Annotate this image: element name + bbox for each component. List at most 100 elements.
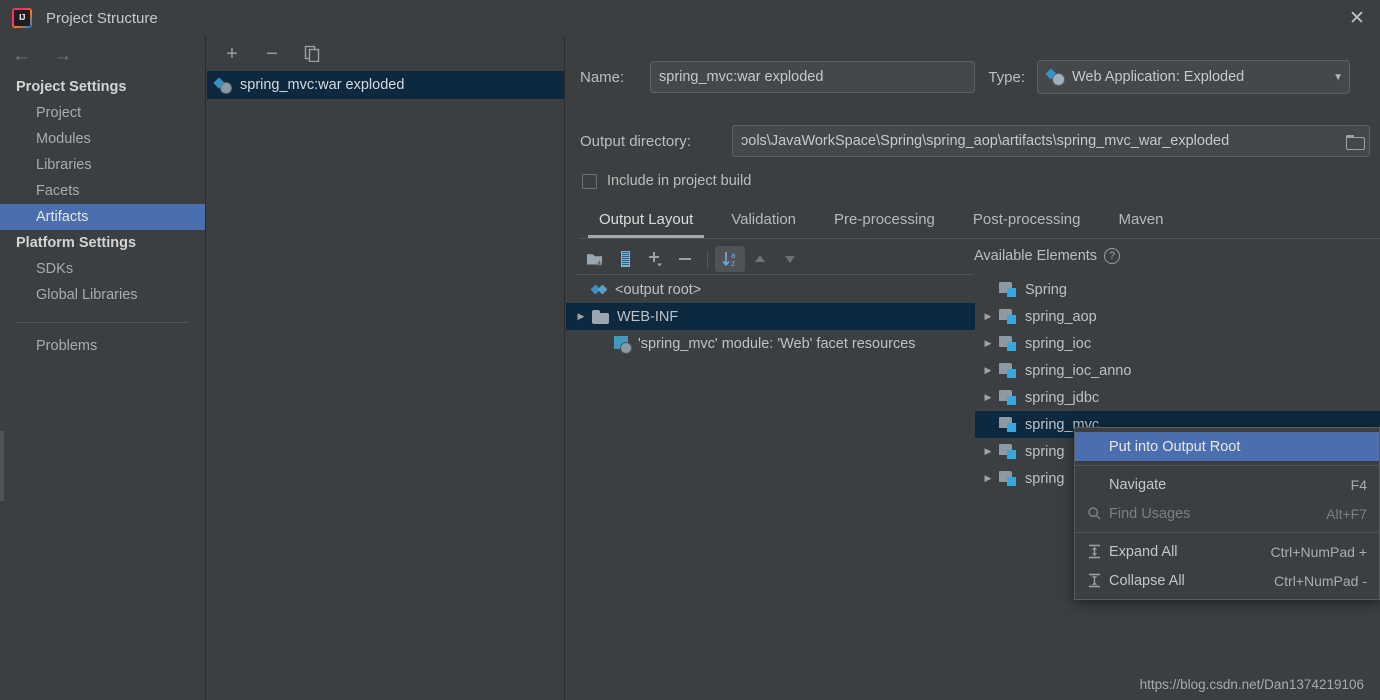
sidebar-item-global-libraries[interactable]: Global Libraries [0, 282, 205, 308]
sidebar-scrollbar[interactable] [0, 431, 4, 501]
tree-row-label: <output root> [615, 281, 702, 298]
context-menu-separator [1075, 465, 1379, 466]
arrow-down-icon [785, 256, 795, 263]
folder-browse-icon[interactable] [1339, 134, 1369, 150]
include-in-project-build-label: Include in project build [607, 173, 752, 189]
sort-alphabetically-button[interactable]: a z [715, 246, 745, 272]
artifact-name-input[interactable]: spring_mvc:war exploded [650, 61, 975, 93]
expand-twisty-icon[interactable]: ▶ [977, 446, 999, 457]
remove-element-button[interactable] [670, 246, 700, 272]
include-in-project-build-checkbox[interactable] [582, 173, 597, 189]
module-icon [999, 336, 1017, 351]
close-icon[interactable]: ✕ [1334, 0, 1380, 36]
folder-icon [592, 309, 609, 324]
tree-row-label: 'spring_mvc' module: 'Web' facet resourc… [638, 335, 916, 352]
svg-text:z: z [731, 259, 735, 268]
chevron-down-icon: ▼ [1333, 71, 1343, 83]
minus-icon [679, 258, 691, 260]
available-item-label: spring [1025, 470, 1065, 487]
archive-icon [620, 251, 630, 267]
tab-output-layout[interactable]: Output Layout [580, 211, 712, 238]
plus-dropdown-icon [649, 252, 662, 267]
output-root-icon [592, 282, 608, 298]
add-copy-of-button[interactable] [640, 246, 670, 272]
expand-twisty-icon[interactable]: ▶ [570, 311, 592, 322]
output-layout-tree: <output root> ▶ WEB-INF 'spring_mvc' mod… [566, 276, 975, 696]
sidebar-item-artifacts[interactable]: Artifacts [0, 204, 205, 230]
search-icon [1079, 506, 1109, 521]
context-menu-item-shortcut: Ctrl+NumPad + [1270, 543, 1367, 560]
copy-artifact-button[interactable] [301, 43, 323, 65]
create-archive-button[interactable] [610, 246, 640, 272]
context-menu-item-label: Collapse All [1109, 572, 1185, 589]
context-menu-item-label: Navigate [1109, 476, 1167, 493]
back-arrow-icon[interactable]: ← [12, 46, 31, 65]
context-menu-item-label: Find Usages [1109, 505, 1191, 522]
artifact-details-panel: Name: spring_mvc:war exploded Type: Web … [566, 36, 1380, 700]
context-menu-item-shortcut: F4 [1350, 476, 1367, 493]
intellij-idea-logo-icon [12, 8, 32, 28]
expand-twisty-icon[interactable]: ▶ [977, 311, 999, 322]
sidebar-nav-arrows: ← → [0, 36, 205, 74]
tab-pre-processing[interactable]: Pre-processing [815, 211, 954, 238]
artifacts-toolbar: + − [207, 36, 564, 71]
tabs-divider [580, 238, 1380, 239]
expand-twisty-icon[interactable]: ▶ [977, 473, 999, 484]
expand-twisty-icon[interactable]: ▶ [977, 338, 999, 349]
available-item-spring-aop[interactable]: ▶ spring_aop [975, 303, 1380, 330]
available-item-spring-jdbc[interactable]: ▶ spring_jdbc [975, 384, 1380, 411]
expand-twisty-icon[interactable]: ▶ [977, 392, 999, 403]
context-menu-item-expand-all[interactable]: Expand All Ctrl+NumPad + [1075, 537, 1379, 566]
expand-all-icon [1079, 544, 1109, 559]
watermark-text: https://blog.csdn.net/Dan1374219106 [1139, 677, 1364, 692]
tree-row-output-root[interactable]: <output root> [566, 276, 975, 303]
available-elements-header: Available Elements ? [974, 248, 1121, 264]
available-elements-title: Available Elements [974, 248, 1098, 264]
module-icon [999, 390, 1017, 405]
help-icon[interactable]: ? [1104, 248, 1121, 264]
sidebar-item-sdks[interactable]: SDKs [0, 256, 205, 282]
remove-artifact-button[interactable]: − [261, 43, 283, 65]
sidebar-divider [16, 322, 189, 323]
create-directory-button[interactable] [580, 246, 610, 272]
tree-row-web-facet-resources[interactable]: 'spring_mvc' module: 'Web' facet resourc… [566, 330, 975, 357]
expand-twisty-icon[interactable]: ▶ [977, 365, 999, 376]
context-menu-item-navigate[interactable]: Navigate F4 [1075, 470, 1379, 499]
sidebar-item-facets[interactable]: Facets [0, 178, 205, 204]
available-item-spring[interactable]: Spring [975, 276, 1380, 303]
add-artifact-button[interactable]: + [221, 43, 243, 65]
context-menu-item-collapse-all[interactable]: Collapse All Ctrl+NumPad - [1075, 566, 1379, 595]
tab-post-processing[interactable]: Post-processing [954, 211, 1100, 238]
context-menu-item-put-into-output-root[interactable]: Put into Output Root [1075, 432, 1379, 461]
context-menu-item-shortcut: Alt+F7 [1326, 505, 1367, 522]
context-menu-item-find-usages[interactable]: Find Usages Alt+F7 [1075, 499, 1379, 528]
context-menu-separator [1075, 532, 1379, 533]
available-item-spring-ioc[interactable]: ▶ spring_ioc [975, 330, 1380, 357]
forward-arrow-icon[interactable]: → [53, 46, 72, 65]
tab-validation[interactable]: Validation [712, 211, 815, 238]
tree-row-label: WEB-INF [617, 308, 679, 325]
module-icon [999, 363, 1017, 378]
artifact-type-dropdown[interactable]: Web Application: Exploded ▼ [1037, 60, 1350, 94]
sidebar-item-project[interactable]: Project [0, 100, 205, 126]
context-menu: Put into Output Root Navigate F4 Find Us… [1074, 427, 1380, 600]
move-down-button[interactable] [775, 246, 805, 272]
output-directory-value: ɔols\JavaWorkSpace\Spring\spring_aop\art… [741, 133, 1230, 149]
sidebar-item-modules[interactable]: Modules [0, 126, 205, 152]
available-item-spring-ioc-anno[interactable]: ▶ spring_ioc_anno [975, 357, 1380, 384]
tree-row-web-inf[interactable]: ▶ WEB-INF [566, 303, 975, 330]
tab-maven[interactable]: Maven [1099, 211, 1182, 238]
toolbar-separator [707, 250, 708, 268]
output-directory-label: Output directory: [580, 132, 691, 150]
output-directory-input[interactable]: ɔols\JavaWorkSpace\Spring\spring_aop\art… [732, 125, 1370, 157]
available-item-label: spring [1025, 443, 1065, 460]
include-in-project-build-row[interactable]: Include in project build [582, 173, 751, 189]
sidebar-item-problems[interactable]: Problems [0, 333, 205, 359]
module-icon [999, 417, 1017, 432]
sidebar-group-platform-settings: Platform Settings [16, 235, 137, 251]
available-item-label: spring_jdbc [1025, 389, 1100, 406]
sidebar-item-libraries[interactable]: Libraries [0, 152, 205, 178]
copy-icon [304, 45, 319, 62]
artifact-list-item-spring-mvc-war-exploded[interactable]: spring_mvc:war exploded [207, 71, 564, 99]
move-up-button[interactable] [745, 246, 775, 272]
